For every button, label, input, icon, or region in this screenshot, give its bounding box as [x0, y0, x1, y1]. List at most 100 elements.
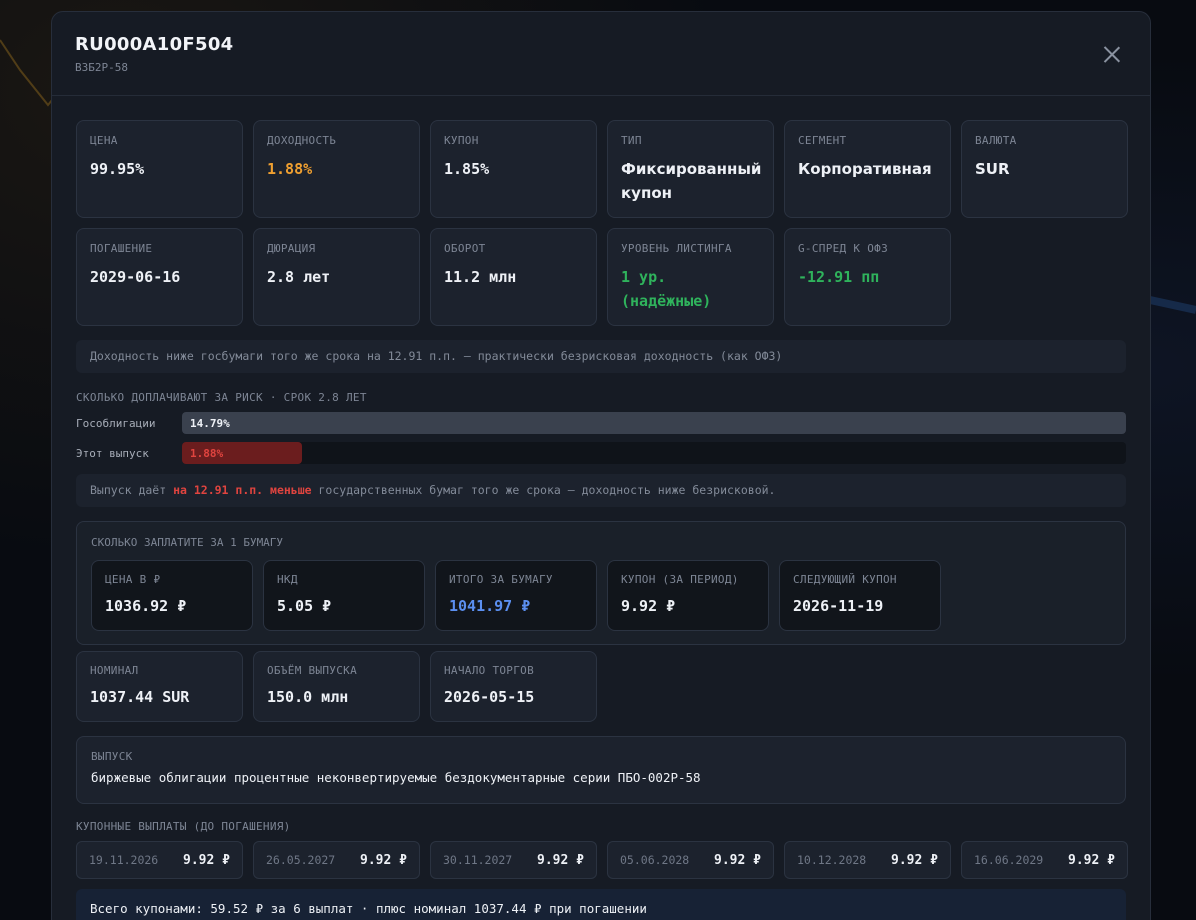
payment-next-coupon: СЛЕДУЮЩИЙ КУПОН 2026-11-19 [779, 560, 941, 631]
bond-ticker-subtitle: ВЗБ2Р-58 [75, 61, 128, 74]
coupon-date: 26.05.2027 [266, 853, 336, 867]
coupon-amount: 9.92 ₽ [360, 852, 407, 868]
modal-body: ЦЕНА 99.95% ДОХОДНОСТЬ 1.88% КУПОН 1.85%… [52, 96, 1150, 920]
metric-label: ПОГАШЕНИЕ [90, 242, 153, 255]
detail-issue-volume: ОБЪЁМ ВЫПУСКА 150.0 млн [253, 651, 420, 722]
bar-track: 1.88% [182, 442, 1126, 464]
coupons-section-title: КУПОННЫЕ ВЫПЛАТЫ (ДО ПОГАШЕНИЯ) [76, 820, 291, 833]
issue-description: ВЫПУСК биржевые облигации процентные нек… [76, 736, 1126, 804]
detail-label: ОБЪЁМ ВЫПУСКА [267, 664, 357, 677]
coupon-amount: 9.92 ₽ [1068, 852, 1115, 868]
metric-value: 2.8 лет [267, 268, 331, 286]
risk-note-highlight: на 12.91 п.п. меньше [173, 483, 312, 497]
metric-price: ЦЕНА 99.95% [76, 120, 243, 218]
coupon-date: 05.06.2028 [620, 853, 690, 867]
metric-value: -12.91 пп [798, 268, 880, 286]
coupon-date: 10.12.2028 [797, 853, 867, 867]
detail-nominal: НОМИНАЛ 1037.44 SUR [76, 651, 243, 722]
spread-note: Доходность ниже госбумаги того же срока … [76, 340, 1126, 373]
metric-coupon: КУПОН 1.85% [430, 120, 597, 218]
coupon-item: 10.12.2028 9.92 ₽ [784, 841, 951, 879]
metric-value: Фиксированный купон [621, 160, 762, 202]
coupon-amount: 9.92 ₽ [714, 852, 761, 868]
metric-g-spread: G-СПРЕД К ОФЗ -12.91 пп [784, 228, 951, 326]
coupon-item: 30.11.2027 9.92 ₽ [430, 841, 597, 879]
detail-value: 2026-05-15 [444, 688, 535, 706]
metric-label: КУПОН [444, 134, 479, 147]
bar-fill-issue: 1.88% [182, 442, 302, 464]
metric-value: 11.2 млн [444, 268, 517, 286]
bar-name: Этот выпуск [76, 446, 149, 460]
payment-value: 5.05 ₽ [277, 597, 332, 615]
detail-value: 1037.44 SUR [90, 688, 190, 706]
coupon-date: 30.11.2027 [443, 853, 513, 867]
metric-value: SUR [975, 160, 1010, 178]
payment-accrued-interest: НКД 5.05 ₽ [263, 560, 425, 631]
bar-name: Гособлигации [76, 416, 156, 430]
metric-label: ДЮРАЦИЯ [267, 242, 316, 255]
risk-note-suffix: государственных бумаг того же срока — до… [311, 483, 776, 497]
bond-isin-title: RU000A10F504 [75, 34, 234, 55]
metric-listing-level: УРОВЕНЬ ЛИСТИНГА 1 ур. (надёжные) [607, 228, 774, 326]
metric-type: ТИП Фиксированный купон [607, 120, 774, 218]
metric-label: СЕГМЕНТ [798, 134, 847, 147]
bar-fill-gov: 14.79% [182, 412, 1126, 434]
coupon-amount: 9.92 ₽ [183, 852, 230, 868]
risk-section-title: СКОЛЬКО ДОПЛАЧИВАЮТ ЗА РИСК · СРОК 2.8 Л… [76, 391, 367, 404]
metric-duration: ДЮРАЦИЯ 2.8 лет [253, 228, 420, 326]
coupon-item: 19.11.2026 9.92 ₽ [76, 841, 243, 879]
metric-label: ВАЛЮТА [975, 134, 1017, 147]
risk-note: Выпуск даёт на 12.91 п.п. меньше государ… [76, 474, 1126, 507]
coupon-item: 16.06.2029 9.92 ₽ [961, 841, 1128, 879]
payment-label: КУПОН (ЗА ПЕРИОД) [621, 573, 739, 586]
detail-value: 150.0 млн [267, 688, 349, 706]
metric-maturity: ПОГАШЕНИЕ 2029-06-16 [76, 228, 243, 326]
payment-value: 1036.92 ₽ [105, 597, 187, 615]
metric-value: 1.85% [444, 160, 490, 178]
metric-value: Корпоративная [798, 160, 932, 178]
payment-price-rub: ЦЕНА В ₽ 1036.92 ₽ [91, 560, 253, 631]
detail-trading-start: НАЧАЛО ТОРГОВ 2026-05-15 [430, 651, 597, 722]
close-icon[interactable] [1102, 44, 1122, 64]
metric-value: 2029-06-16 [90, 268, 181, 286]
coupon-date: 16.06.2029 [974, 853, 1044, 867]
payment-coupon-period: КУПОН (ЗА ПЕРИОД) 9.92 ₽ [607, 560, 769, 631]
issue-label: ВЫПУСК [91, 750, 133, 763]
coupon-amount: 9.92 ₽ [891, 852, 938, 868]
metric-turnover: ОБОРОТ 11.2 млн [430, 228, 597, 326]
payment-label: НКД [277, 573, 298, 586]
metric-currency: ВАЛЮТА SUR [961, 120, 1128, 218]
bar-track: 14.79% [182, 412, 1126, 434]
payment-value: 1041.97 ₽ [449, 597, 531, 615]
metric-label: ОБОРОТ [444, 242, 486, 255]
modal-header: RU000A10F504 ВЗБ2Р-58 [52, 12, 1150, 96]
metric-yield: ДОХОДНОСТЬ 1.88% [253, 120, 420, 218]
payment-value: 9.92 ₽ [621, 597, 676, 615]
detail-label: НОМИНАЛ [90, 664, 139, 677]
detail-label: НАЧАЛО ТОРГОВ [444, 664, 534, 677]
coupons-grid: 19.11.2026 9.92 ₽ 26.05.2027 9.92 ₽ 30.1… [76, 841, 1128, 879]
coupon-amount: 9.92 ₽ [537, 852, 584, 868]
metric-label: ТИП [621, 134, 642, 147]
issue-value: биржевые облигации процентные неконверти… [91, 770, 701, 785]
bond-details-modal: RU000A10F504 ВЗБ2Р-58 ЦЕНА 99.95% ДОХОДН… [51, 11, 1151, 920]
risk-bar-row: Гособлигации 14.79% [76, 412, 1126, 434]
metric-label: ДОХОДНОСТЬ [267, 134, 337, 147]
risk-note-prefix: Выпуск даёт [90, 483, 174, 497]
metric-label: ЦЕНА [90, 134, 118, 147]
coupon-date: 19.11.2026 [89, 853, 159, 867]
payment-value: 2026-11-19 [793, 597, 884, 615]
metric-label: G-СПРЕД К ОФЗ [798, 242, 888, 255]
metric-label: УРОВЕНЬ ЛИСТИНГА [621, 242, 732, 255]
metric-value: 1.88% [267, 160, 313, 178]
coupon-item: 26.05.2027 9.92 ₽ [253, 841, 420, 879]
payment-label: ЦЕНА В ₽ [105, 573, 161, 586]
metric-segment: СЕГМЕНТ Корпоративная [784, 120, 951, 218]
metric-value: 1 ур. (надёжные) [621, 268, 712, 310]
payment-label: СЛЕДУЮЩИЙ КУПОН [793, 573, 897, 586]
risk-bar-row: Этот выпуск 1.88% [76, 442, 1126, 464]
payment-label: ИТОГО ЗА БУМАГУ [449, 573, 553, 586]
payment-total: ИТОГО ЗА БУМАГУ 1041.97 ₽ [435, 560, 597, 631]
payment-grid: ЦЕНА В ₽ 1036.92 ₽ НКД 5.05 ₽ ИТОГО ЗА Б… [91, 560, 1111, 631]
payment-section-title: СКОЛЬКО ЗАПЛАТИТЕ ЗА 1 БУМАГУ [91, 536, 284, 549]
